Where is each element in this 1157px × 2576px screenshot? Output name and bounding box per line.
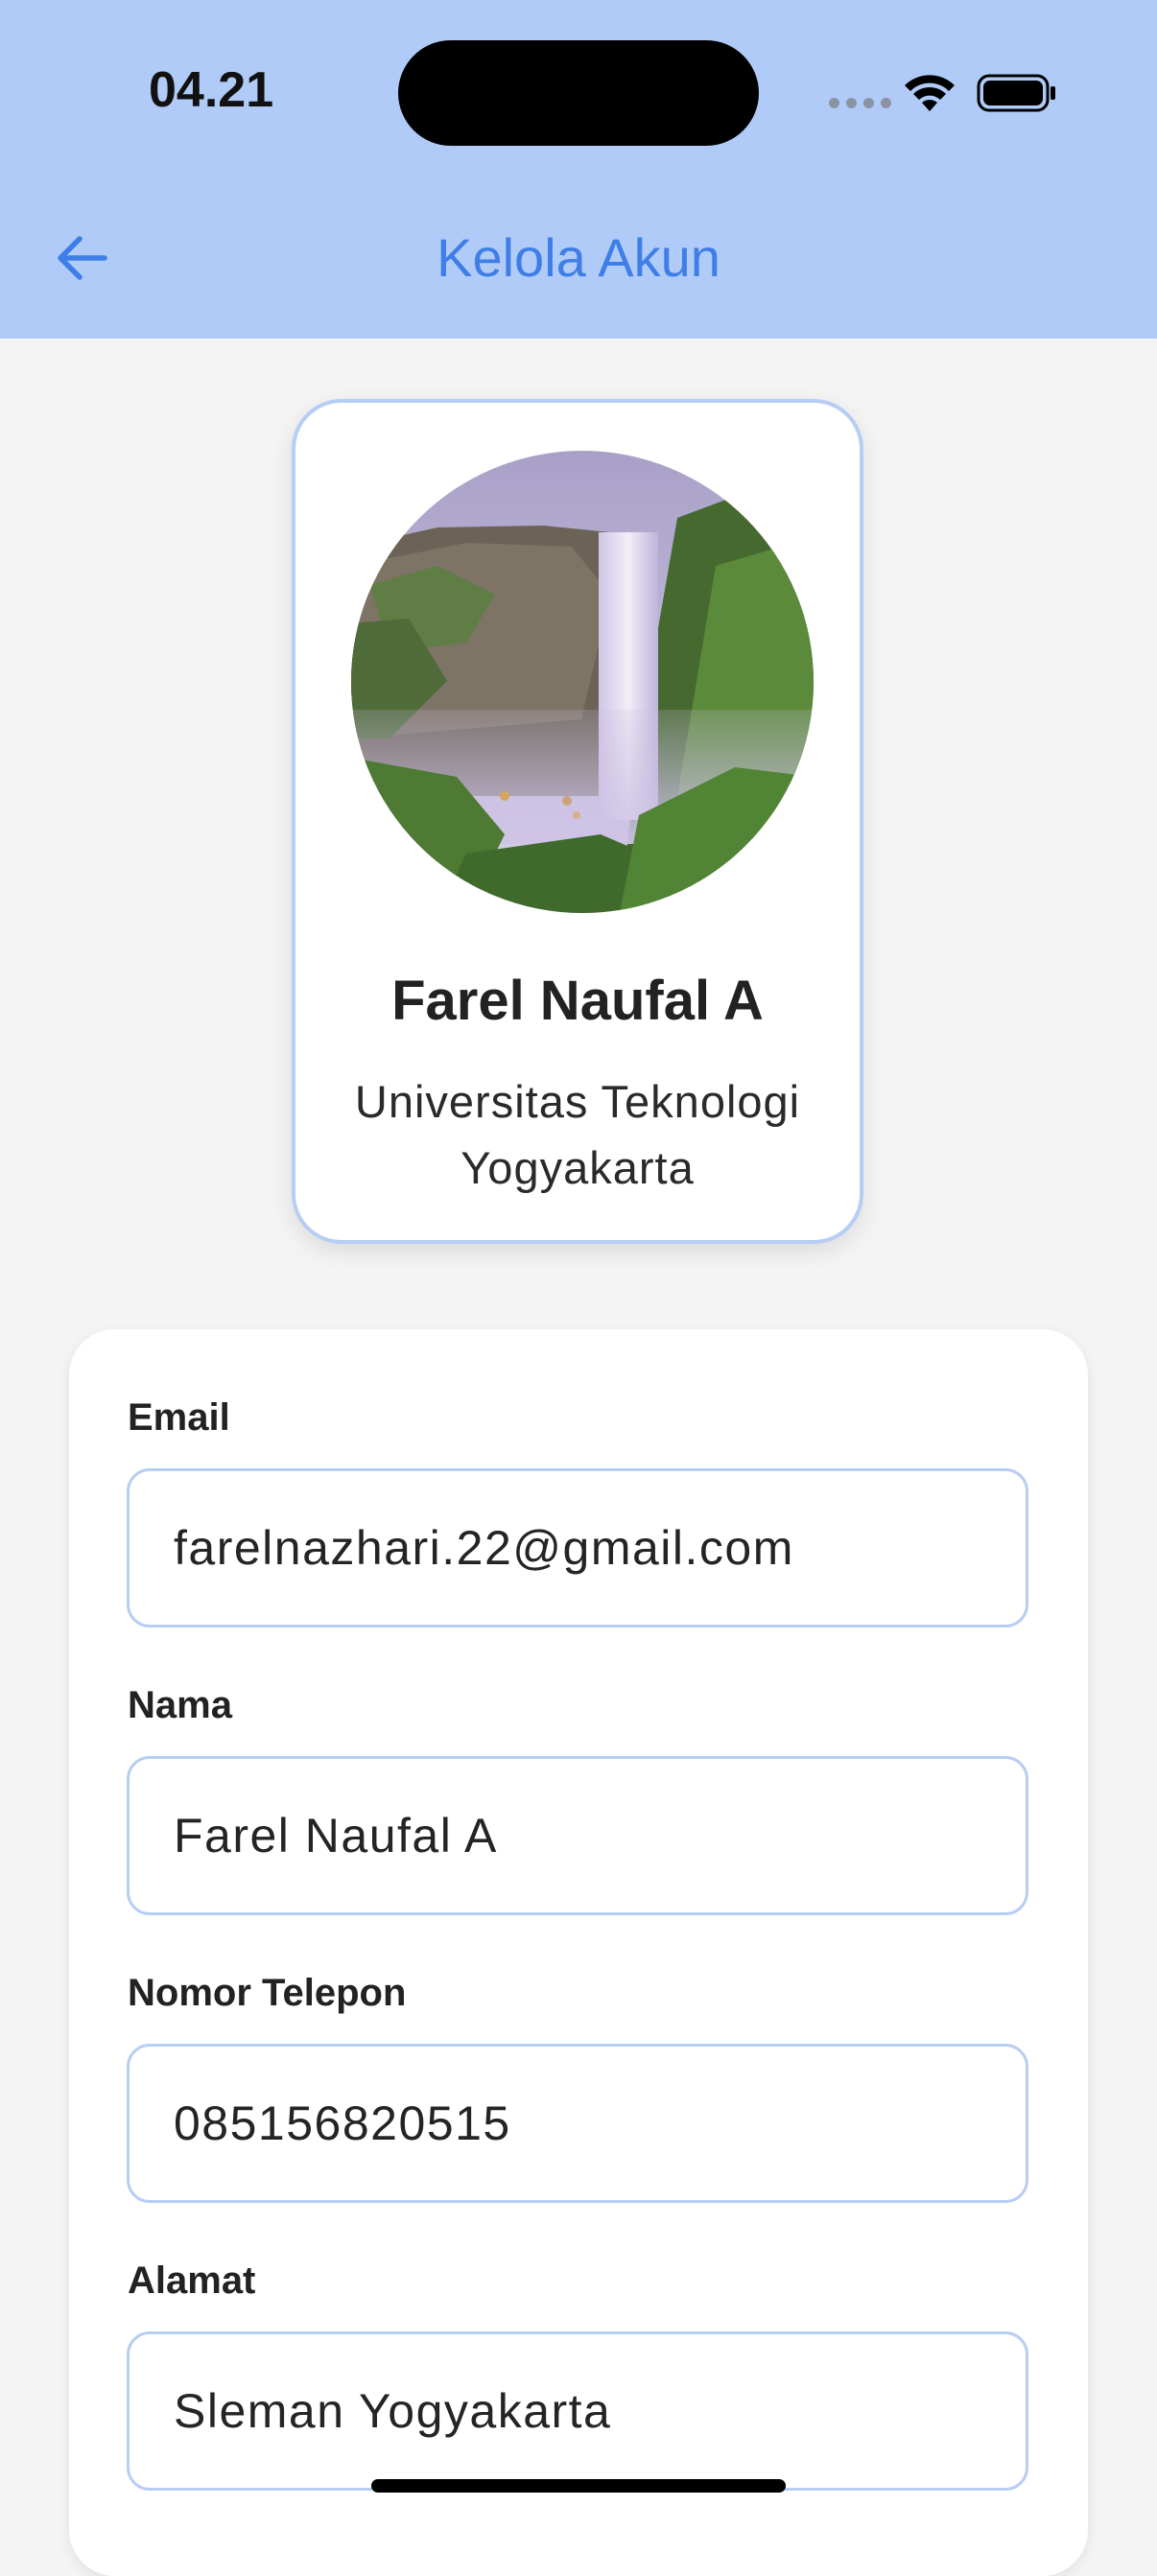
cellular-signal-icon (829, 98, 891, 108)
battery-icon (977, 74, 1055, 112)
home-indicator[interactable] (371, 2479, 786, 2493)
phone-label: Nomor Telepon (128, 1972, 407, 2014)
wifi-icon (905, 75, 955, 111)
name-label: Nama (128, 1684, 232, 1726)
email-label: Email (128, 1396, 230, 1439)
email-field[interactable] (127, 1468, 1028, 1628)
address-label: Alamat (128, 2260, 256, 2302)
dynamic-island (398, 40, 759, 146)
profile-name: Farel Naufal A (391, 970, 764, 1032)
account-form: Email Nama Nomor Telepon Alamat (69, 1329, 1088, 2576)
waterfall-photo (351, 451, 814, 913)
address-field[interactable] (127, 2331, 1028, 2491)
status-time: 04.21 (149, 62, 274, 118)
name-field[interactable] (127, 1756, 1028, 1915)
profile-card: Farel Naufal A Universitas Teknologi Yog… (292, 399, 863, 1244)
avatar[interactable] (351, 451, 814, 913)
app-header: 04.21 Kelola Akun (0, 0, 1157, 339)
profile-organization: Universitas Teknologi Yogyakarta (354, 1076, 801, 1193)
page-title: Kelola Akun (437, 227, 720, 288)
phone-field[interactable] (127, 2044, 1028, 2203)
